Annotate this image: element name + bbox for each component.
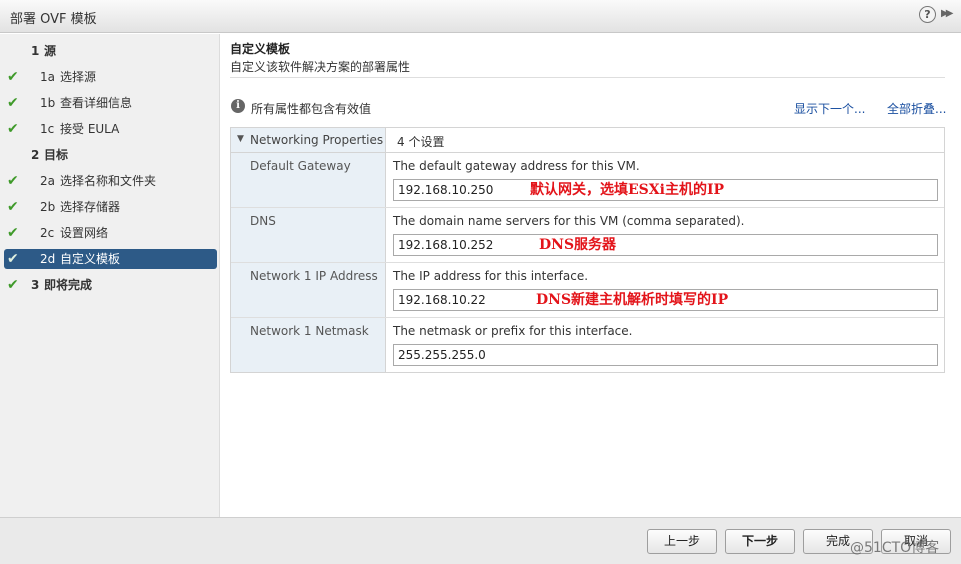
dialog-footer: 上一步 下一步 完成 取消 @51CTO博客 (0, 517, 961, 564)
back-button[interactable]: 上一步 (647, 529, 717, 554)
expand-icon[interactable]: ▶▶ (941, 8, 954, 19)
dns-input[interactable] (393, 234, 938, 256)
property-row-network1-netmask: Network 1 Netmask The netmask or prefix … (231, 318, 944, 373)
main-panel: 自定义模板 自定义该软件解决方案的部署属性 i 所有属性都包含有效值 显示下一个… (221, 34, 961, 517)
validation-status: 所有属性都包含有效值 (251, 102, 372, 116)
step-2-destination[interactable]: 2 目标 (4, 145, 217, 165)
property-row-dns: DNS The domain name servers for this VM … (231, 208, 944, 263)
property-description: The IP address for this interface. (393, 269, 589, 283)
annotation-text: DNS新建主机解析时填写的IP (536, 292, 729, 308)
wizard-steps-sidebar: 1 源 ✔ 1a 选择源 ✔ 1b 查看详细信息 ✔ 1c 接受 EULA 2 … (0, 34, 220, 517)
properties-table: ▼ Networking Properties 4 个设置 Default Ga… (230, 127, 945, 373)
step-3-ready-to-complete[interactable]: ✔ 3 即将完成 (4, 275, 217, 295)
step-1c-accept-eula[interactable]: ✔ 1c 接受 EULA (4, 119, 217, 139)
step-1-source[interactable]: 1 源 (4, 41, 217, 61)
check-icon: ✔ (7, 69, 19, 85)
info-icon: i (231, 99, 245, 113)
dialog-titlebar: 部署 OVF 模板 ? ▶▶ (0, 0, 961, 33)
network1-netmask-input[interactable] (393, 344, 938, 366)
property-description: The default gateway address for this VM. (393, 159, 640, 173)
check-icon: ✔ (7, 251, 19, 267)
property-row-network1-ip: Network 1 IP Address The IP address for … (231, 263, 944, 318)
property-description: The domain name servers for this VM (com… (393, 214, 745, 228)
annotation-text: 默认网关，选填ESXi主机的IP (530, 182, 725, 198)
check-icon: ✔ (7, 225, 19, 241)
collapse-all-link[interactable]: 全部折叠... (887, 100, 946, 117)
step-2d-customize-template[interactable]: ✔ 2d 自定义模板 (4, 249, 217, 269)
property-label: DNS (250, 214, 276, 228)
watermark: @51CTO博客 (850, 540, 940, 556)
check-icon: ✔ (7, 173, 19, 189)
section-label: Networking Properties (250, 133, 384, 147)
property-description: The netmask or prefix for this interface… (393, 324, 633, 338)
help-icon[interactable]: ? (919, 6, 936, 23)
check-icon: ✔ (7, 121, 19, 137)
caret-down-icon[interactable]: ▼ (237, 134, 244, 144)
check-icon: ✔ (7, 199, 19, 215)
property-label: Network 1 IP Address (250, 269, 378, 283)
property-row-default-gateway: Default Gateway The default gateway addr… (231, 153, 944, 208)
step-2c-setup-networks[interactable]: ✔ 2c 设置网络 (4, 223, 217, 243)
property-label: Network 1 Netmask (250, 324, 369, 338)
property-label: Default Gateway (250, 159, 351, 173)
section-header-networking[interactable]: ▼ Networking Properties 4 个设置 (231, 128, 944, 153)
check-icon: ✔ (7, 277, 19, 293)
header-divider (230, 77, 945, 78)
section-count: 4 个设置 (397, 135, 445, 149)
next-button[interactable]: 下一步 (725, 529, 795, 554)
annotation-text: DNS服务器 (539, 237, 617, 253)
step-2b-select-storage[interactable]: ✔ 2b 选择存储器 (4, 197, 217, 217)
step-2a-select-name-folder[interactable]: ✔ 2a 选择名称和文件夹 (4, 171, 217, 191)
page-subtitle: 自定义该软件解决方案的部署属性 (230, 60, 411, 74)
step-1a-select-source[interactable]: ✔ 1a 选择源 (4, 67, 217, 87)
check-icon: ✔ (7, 95, 19, 111)
dialog-title: 部署 OVF 模板 (10, 12, 97, 27)
page-title: 自定义模板 (230, 42, 291, 56)
show-next-link[interactable]: 显示下一个... (794, 100, 865, 117)
step-1b-review-details[interactable]: ✔ 1b 查看详细信息 (4, 93, 217, 113)
